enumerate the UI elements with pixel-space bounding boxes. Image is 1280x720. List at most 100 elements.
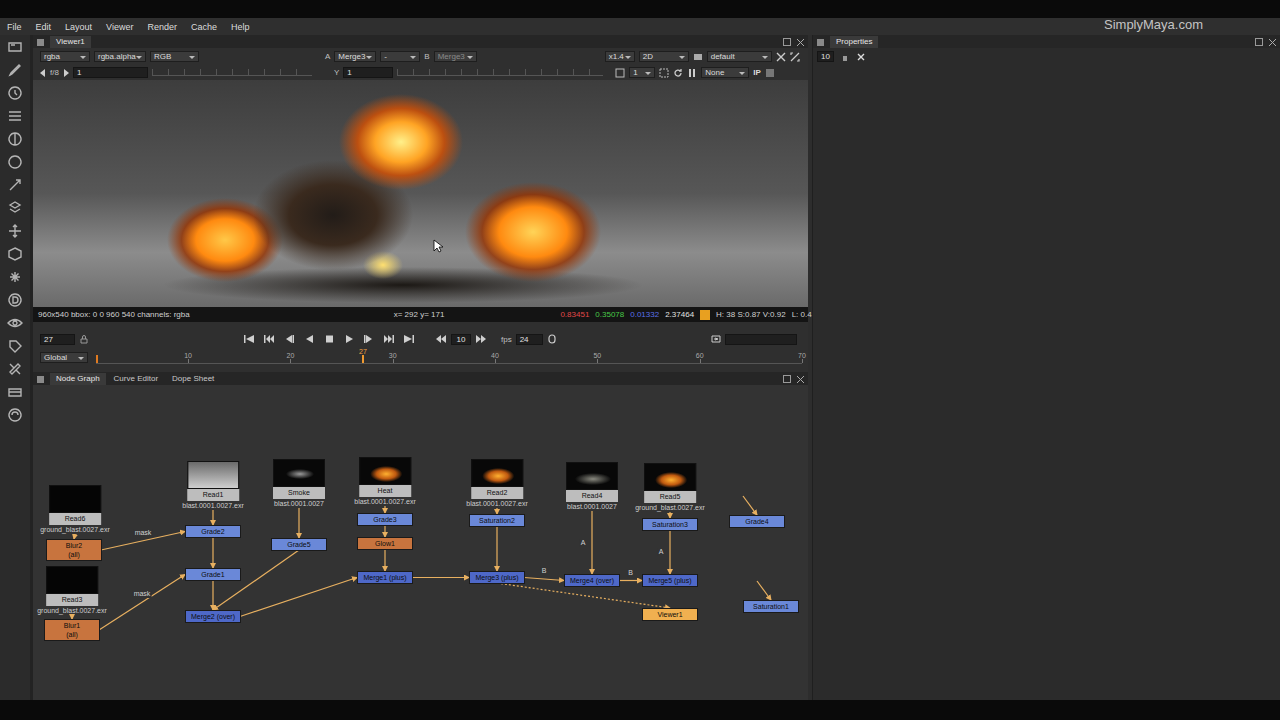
edge[interactable] xyxy=(212,580,213,610)
fstop-up-icon[interactable] xyxy=(63,69,69,77)
pane-menu-icon[interactable] xyxy=(37,39,44,46)
view-mode-dropdown[interactable]: 2D xyxy=(639,51,689,62)
prev-keyframe-icon[interactable] xyxy=(263,334,275,344)
input-b-dropdown[interactable]: Merge3 xyxy=(434,51,477,62)
zoom-dropdown[interactable]: x1.4 xyxy=(605,51,635,62)
edge[interactable] xyxy=(757,581,771,600)
deep-icon[interactable] xyxy=(7,292,23,308)
graph-tab[interactable]: Dope Sheet xyxy=(166,373,220,385)
edge[interactable] xyxy=(74,534,75,539)
edge[interactable] xyxy=(619,580,642,581)
menu-item[interactable]: Layout xyxy=(65,22,92,32)
edge[interactable] xyxy=(71,615,72,619)
channel-icon[interactable] xyxy=(7,108,23,124)
particle-icon[interactable] xyxy=(7,269,23,285)
op-node[interactable]: Merge4 (over) xyxy=(565,575,619,586)
op-node[interactable]: Glow1 xyxy=(358,538,412,549)
color-icon[interactable] xyxy=(7,131,23,147)
proxy-dropdown[interactable]: 1 xyxy=(629,67,655,78)
lock-icon[interactable] xyxy=(840,52,850,62)
op-node[interactable]: Blur2(all) xyxy=(47,540,101,560)
edge[interactable] xyxy=(497,583,670,608)
refresh-icon[interactable] xyxy=(673,68,683,78)
step-back-icon[interactable] xyxy=(435,334,447,344)
close-icon[interactable] xyxy=(1269,39,1276,46)
max-panels-field[interactable]: 10 xyxy=(817,51,834,62)
menu-item[interactable]: Viewer xyxy=(106,22,133,32)
increment-field[interactable]: 10 xyxy=(451,334,471,345)
lock-icon[interactable] xyxy=(79,334,89,344)
read-node[interactable]: Read2blast.0001.0027.exr xyxy=(466,459,528,508)
first-frame-icon[interactable] xyxy=(243,334,255,344)
last-frame-icon[interactable] xyxy=(403,334,415,344)
fstop-down-icon[interactable] xyxy=(40,69,46,77)
op-node[interactable]: Viewer1 xyxy=(643,609,697,620)
edge[interactable] xyxy=(384,549,385,571)
wipe-operation-dropdown[interactable]: - xyxy=(380,51,420,62)
edge[interactable] xyxy=(212,537,213,568)
op-node[interactable]: Merge5 (plus) xyxy=(643,575,697,586)
float-icon[interactable] xyxy=(1255,38,1263,46)
edge[interactable] xyxy=(384,506,385,513)
op-node[interactable]: Grade2 xyxy=(186,526,240,537)
op-node[interactable]: Saturation3 xyxy=(643,519,697,530)
read-node[interactable]: Read5ground_blast.0027.exr xyxy=(635,463,705,512)
resize-icon[interactable] xyxy=(790,52,800,62)
read-node[interactable]: Read1blast.0001.0027.exr xyxy=(182,461,244,510)
roi-icon[interactable] xyxy=(659,68,669,78)
edge[interactable] xyxy=(384,525,385,537)
transform-icon[interactable] xyxy=(7,223,23,239)
next-keyframe-icon[interactable] xyxy=(383,334,395,344)
read-node[interactable]: Read4blast.0001.0027 xyxy=(566,462,618,511)
op-node[interactable]: Merge3 (plus) xyxy=(470,572,524,583)
channels-dropdown[interactable]: rgba xyxy=(40,51,90,62)
plugin-icon[interactable] xyxy=(7,407,23,423)
float-icon[interactable] xyxy=(783,38,791,46)
edge[interactable] xyxy=(298,508,299,538)
gain-field[interactable]: 1 xyxy=(73,67,148,78)
op-node[interactable]: Merge2 (over) xyxy=(186,611,240,622)
float-icon[interactable] xyxy=(783,375,791,383)
close-icon[interactable] xyxy=(797,376,804,383)
read-node[interactable]: Read3ground_blast.0027.exr xyxy=(37,566,107,615)
edge[interactable] xyxy=(591,511,592,574)
graph-tab[interactable]: Node Graph xyxy=(50,373,106,385)
op-node[interactable]: Blur1(all) xyxy=(45,620,99,640)
op-node[interactable]: Saturation2 xyxy=(470,515,524,526)
gamma-slider[interactable] xyxy=(397,69,603,76)
toolset-icon[interactable] xyxy=(7,361,23,377)
input-a-dropdown[interactable]: Merge3 xyxy=(334,51,376,62)
edge[interactable] xyxy=(496,526,497,571)
edge[interactable] xyxy=(212,510,213,525)
filter-icon[interactable] xyxy=(7,154,23,170)
edge[interactable] xyxy=(412,577,469,578)
gamma-field[interactable]: 1 xyxy=(343,67,393,78)
frame-field[interactable]: 27 xyxy=(40,334,75,345)
image-icon[interactable] xyxy=(7,39,23,55)
read-node[interactable]: Read6ground_blast.0027.exr xyxy=(40,485,110,534)
lock-viewer-icon[interactable] xyxy=(765,68,775,78)
edge[interactable] xyxy=(99,575,185,631)
ip-button[interactable]: IP xyxy=(753,68,761,77)
draw-icon[interactable] xyxy=(7,62,23,78)
views-icon[interactable] xyxy=(7,315,23,331)
lut-dropdown[interactable]: default xyxy=(707,51,772,62)
clear-icon[interactable] xyxy=(856,52,866,62)
edge[interactable] xyxy=(240,578,357,617)
viewer-image[interactable] xyxy=(33,80,808,307)
gain-slider[interactable] xyxy=(152,69,312,76)
edge[interactable] xyxy=(669,512,670,518)
node-canvas[interactable]: maskmaskBABARead6ground_blast.0027.exrBl… xyxy=(33,385,808,700)
edge[interactable] xyxy=(669,530,670,574)
pane-menu-icon[interactable] xyxy=(37,376,44,383)
edge[interactable] xyxy=(743,496,757,515)
op-node[interactable]: Grade3 xyxy=(358,514,412,525)
play-icon[interactable] xyxy=(343,334,355,344)
keyer-icon[interactable] xyxy=(7,177,23,193)
flipbook-field[interactable] xyxy=(725,334,797,345)
timeline-track[interactable]: 1020304050607027 xyxy=(96,351,802,364)
pause-icon[interactable] xyxy=(687,68,697,78)
pane-menu-icon[interactable] xyxy=(817,39,824,46)
fps-field[interactable]: 24 xyxy=(516,334,543,345)
display-dropdown[interactable]: RGB xyxy=(150,51,199,62)
